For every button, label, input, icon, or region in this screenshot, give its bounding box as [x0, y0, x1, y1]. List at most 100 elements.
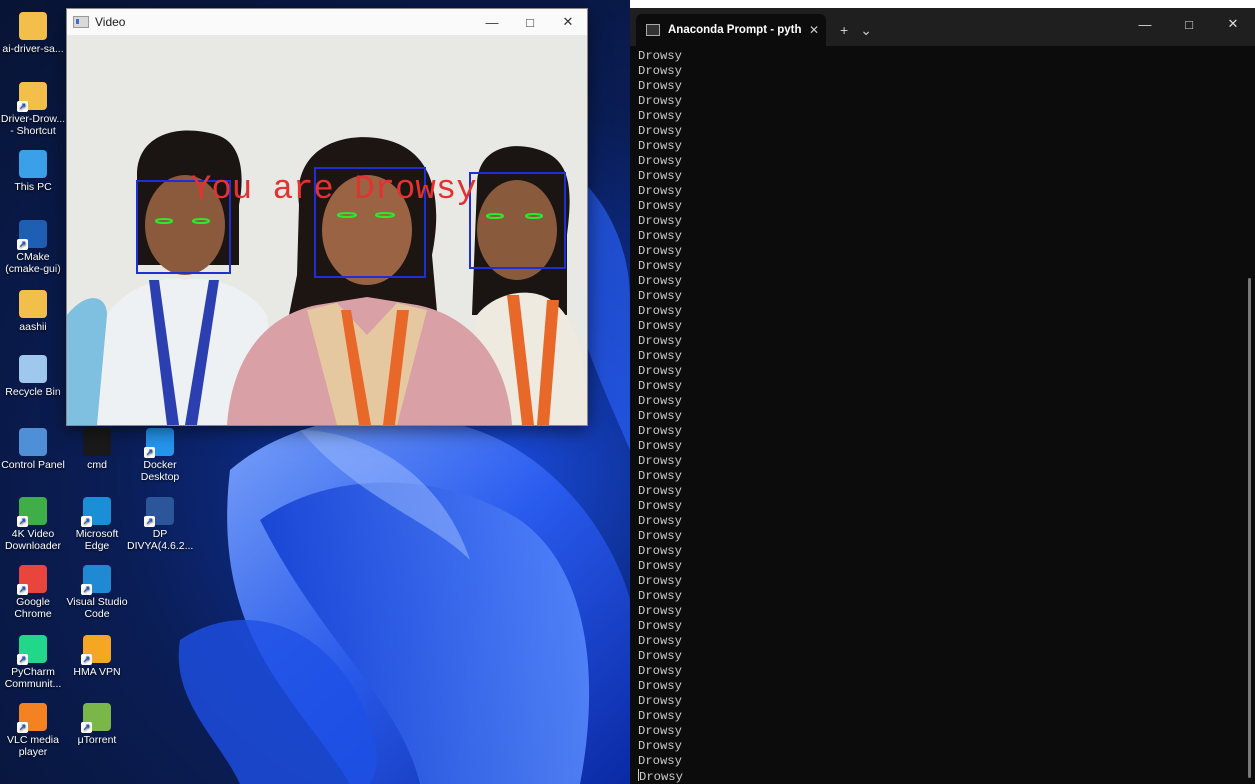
- terminal-line-text: Drowsy: [638, 349, 682, 363]
- desktop-icon-label: Visual Studio Code: [66, 596, 128, 620]
- desktop-icon-label: CMake (cmake-gui): [5, 251, 61, 275]
- desktop-icon[interactable]: Control Panel: [0, 428, 66, 471]
- terminal-line-text: Drowsy: [638, 244, 682, 258]
- terminal-line: Drowsy: [638, 244, 1239, 259]
- terminal-tab[interactable]: Anaconda Prompt - python d ✕: [636, 14, 826, 46]
- terminal-line-text: Drowsy: [638, 139, 682, 153]
- terminal-line-text: Drowsy: [638, 214, 682, 228]
- terminal-window[interactable]: Anaconda Prompt - python d ✕ + ⌄ — □ ✕ D…: [630, 8, 1255, 784]
- terminal-line: Drowsy: [638, 604, 1239, 619]
- shortcut-arrow-icon: ↗: [144, 516, 155, 527]
- terminal-line: Drowsy: [638, 409, 1239, 424]
- desktop-icon[interactable]: ai-driver-sa...: [0, 12, 66, 55]
- desktop-icon[interactable]: ↗ 4K Video Downloader: [0, 497, 66, 552]
- terminal-line: Drowsy: [638, 94, 1239, 109]
- terminal-line: Drowsy: [638, 559, 1239, 574]
- video-maximize-button[interactable]: □: [511, 9, 549, 35]
- shortcut-arrow-icon: ↗: [81, 654, 92, 665]
- terminal-line: Drowsy: [638, 199, 1239, 214]
- chrome-icon: ↗: [17, 565, 47, 595]
- terminal-tab-icon: [646, 24, 660, 36]
- terminal-line-text: Drowsy: [638, 604, 682, 618]
- terminal-line-text: Drowsy: [638, 439, 682, 453]
- terminal-tabstrip: Anaconda Prompt - python d ✕ + ⌄ — □ ✕: [630, 8, 1255, 46]
- terminal-line-text: Drowsy: [638, 739, 682, 753]
- desktop-icon[interactable]: This PC: [0, 150, 66, 193]
- terminal-line-text: Drowsy: [638, 709, 682, 723]
- desktop-icon[interactable]: ↗ Google Chrome: [0, 565, 66, 620]
- terminal-line: Drowsy: [638, 514, 1239, 529]
- desktop-icon[interactable]: ↗ Microsoft Edge: [64, 497, 130, 552]
- terminal-line: Drowsy: [638, 544, 1239, 559]
- terminal-line: Drowsy: [638, 184, 1239, 199]
- terminal-tab-close-icon[interactable]: ✕: [802, 23, 826, 37]
- video-minimize-button[interactable]: —: [473, 9, 511, 35]
- terminal-maximize-button[interactable]: □: [1167, 8, 1211, 40]
- terminal-line: Drowsy: [638, 169, 1239, 184]
- terminal-line-text: Drowsy: [638, 109, 682, 123]
- terminal-line-text: Drowsy: [638, 79, 682, 93]
- terminal-line-text: Drowsy: [638, 184, 682, 198]
- terminal-line: Drowsy: [638, 319, 1239, 334]
- desktop-icon[interactable]: aashii: [0, 290, 66, 333]
- folder-icon: [19, 290, 47, 318]
- terminal-line: Drowsy: [638, 574, 1239, 589]
- terminal-line: Drowsy: [638, 79, 1239, 94]
- desktop-icon[interactable]: ↗ Driver-Drow... - Shortcut: [0, 82, 66, 137]
- desktop-icon[interactable]: ↗ DP DIVYA(4.6.2...: [127, 497, 193, 552]
- terminal-line-text: Drowsy: [638, 49, 682, 63]
- desktop-icon[interactable]: ↗ Visual Studio Code: [64, 565, 130, 620]
- terminal-line: Drowsy: [638, 769, 1239, 784]
- terminal-line-text: Drowsy: [638, 379, 682, 393]
- terminal-minimize-button[interactable]: —: [1123, 8, 1167, 40]
- terminal-line-text: Drowsy: [638, 664, 682, 678]
- recycle-bin-icon: [19, 355, 47, 383]
- terminal-line: Drowsy: [638, 694, 1239, 709]
- shortcut-arrow-icon: ↗: [17, 722, 28, 733]
- monitor-icon: [19, 150, 47, 178]
- video-window[interactable]: Video — □ ✕ You are Drowsy: [66, 8, 588, 426]
- terminal-line-text: Drowsy: [638, 529, 682, 543]
- terminal-line: Drowsy: [638, 364, 1239, 379]
- terminal-line-text: Drowsy: [638, 409, 682, 423]
- desktop-icon[interactable]: ↗ μTorrent: [64, 703, 130, 746]
- desktop-icon[interactable]: Recycle Bin: [0, 355, 66, 398]
- desktop-icon[interactable]: ↗ Docker Desktop: [127, 428, 193, 483]
- new-tab-button[interactable]: +: [834, 14, 854, 46]
- terminal-line: Drowsy: [638, 124, 1239, 139]
- terminal-line-text: Drowsy: [638, 694, 682, 708]
- word-document-icon: ↗: [144, 497, 174, 527]
- terminal-line: Drowsy: [638, 289, 1239, 304]
- hma-vpn-icon: ↗: [81, 635, 111, 665]
- desktop-icon-label: Recycle Bin: [5, 386, 61, 398]
- terminal-line-text: Drowsy: [638, 169, 682, 183]
- terminal-output[interactable]: Drowsy Drowsy Drowsy Drowsy Drowsy Drowsy Drow…: [638, 49, 1239, 784]
- video-titlebar[interactable]: Video — □ ✕: [67, 9, 587, 35]
- folder-icon: [19, 12, 47, 40]
- terminal-line: Drowsy: [638, 634, 1239, 649]
- desktop-icon[interactable]: cmd: [64, 428, 130, 471]
- desktop-icon[interactable]: ↗ VLC media player: [0, 703, 66, 758]
- terminal-close-button[interactable]: ✕: [1211, 8, 1255, 40]
- desktop-icon-label: Google Chrome: [14, 596, 52, 620]
- terminal-line: Drowsy: [638, 64, 1239, 79]
- terminal-line-text: Drowsy: [638, 634, 682, 648]
- edge-icon: ↗: [81, 497, 111, 527]
- desktop-icon[interactable]: ↗ HMA VPN: [64, 635, 130, 678]
- terminal-line-text: Drowsy: [638, 724, 682, 738]
- terminal-line-text: Drowsy: [639, 770, 683, 784]
- terminal-scrollbar[interactable]: [1248, 278, 1251, 778]
- terminal-tab-title: Anaconda Prompt - python d: [668, 24, 802, 36]
- terminal-line: Drowsy: [638, 664, 1239, 679]
- camera-scene: You are Drowsy: [67, 35, 587, 425]
- desktop-icon-label: HMA VPN: [73, 666, 121, 678]
- terminal-line-text: Drowsy: [638, 64, 682, 78]
- desktop-icon[interactable]: ↗ PyCharm Communit...: [0, 635, 66, 690]
- video-close-button[interactable]: ✕: [549, 9, 587, 35]
- terminal-line: Drowsy: [638, 679, 1239, 694]
- tab-dropdown-icon[interactable]: ⌄: [854, 14, 878, 46]
- desktop-icon-label: 4K Video Downloader: [4, 528, 62, 552]
- pycharm-icon: ↗: [17, 635, 47, 665]
- terminal-line: Drowsy: [638, 259, 1239, 274]
- desktop-icon[interactable]: ↗ CMake (cmake-gui): [0, 220, 66, 275]
